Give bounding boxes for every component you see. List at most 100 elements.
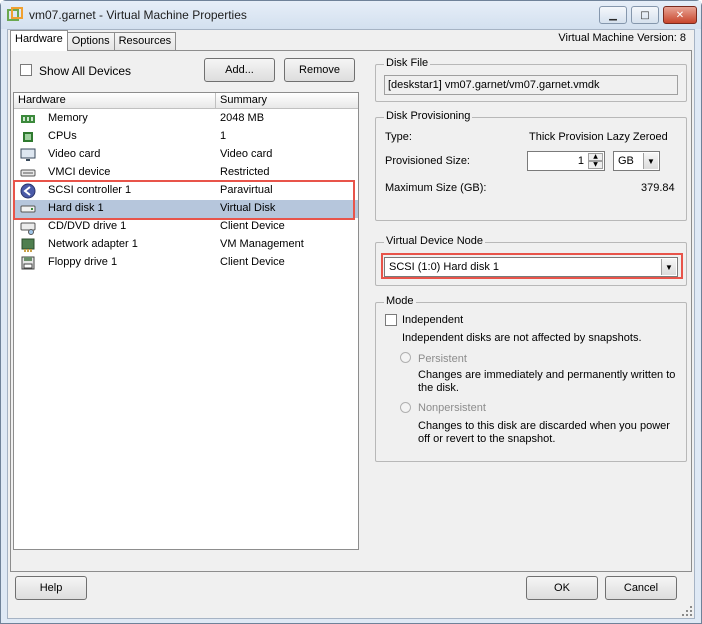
close-icon: ✕ [675,9,685,21]
tab-strip: Hardware Options Resources [10,30,177,51]
provisioned-size-value: 1 [577,155,584,167]
network-adapter-icon [21,238,35,252]
column-header-hardware[interactable]: Hardware [18,94,66,106]
disk-provisioning-group: Disk Provisioning Type: Thick Provision … [375,110,687,221]
ok-button[interactable]: OK [526,576,598,600]
type-label: Type: [385,131,412,143]
nonpersistent-description-line1: Changes to this disk are discarded when … [418,420,670,432]
provisioned-size-label: Provisioned Size: [385,155,470,167]
device-summary: Paravirtual [220,184,273,196]
disk-file-path-field[interactable]: [deskstar1] vm07.garnet/vm07.garnet.vmdk [384,75,678,95]
device-name: Hard disk 1 [48,202,104,214]
spin-down-icon[interactable]: ▼ [588,161,603,169]
size-unit-select[interactable]: GB ▼ [613,151,660,171]
device-row-network-adapter-1[interactable]: Network adapter 1 VM Management [14,236,358,254]
virtual-device-node-select[interactable]: SCSI (1:0) Hard disk 1 ▼ [384,257,678,277]
help-button[interactable]: Help [15,576,87,600]
independent-description: Independent disks are not affected by sn… [402,332,642,344]
device-name: SCSI controller 1 [48,184,132,196]
device-summary: Restricted [220,166,270,178]
device-row-cpus[interactable]: CPUs 1 [14,128,358,146]
persistent-description-line1: Changes are immediately and permanently … [418,369,676,381]
hard-disk-icon [20,205,36,213]
show-all-devices-checkbox[interactable] [20,64,32,76]
device-summary: Client Device [220,256,285,268]
vmci-icon [20,169,36,177]
maximize-icon: □ [640,9,650,21]
persistent-label: Persistent [418,353,467,365]
device-summary: Video card [220,148,273,160]
device-name: VMCI device [48,166,111,178]
cpu-icon [23,132,33,142]
persistent-radio[interactable] [400,352,411,363]
memory-icon [21,115,35,123]
list-header: Hardware Summary [14,93,358,109]
nonpersistent-radio[interactable] [400,402,411,413]
scsi-controller-icon [20,183,36,199]
device-row-video-card[interactable]: Video card Video card [14,146,358,164]
virtual-device-node-group: Virtual Device Node SCSI (1:0) Hard disk… [375,235,687,286]
provisioned-size-stepper[interactable]: 1 ▲ ▼ [527,151,605,171]
device-row-vmci-device[interactable]: VMCI device Restricted [14,164,358,182]
device-name: CD/DVD drive 1 [48,220,127,232]
device-row-hard-disk-1[interactable]: Hard disk 1 Virtual Disk [14,200,358,218]
show-all-devices-label: Show All Devices [39,64,132,78]
title-bar[interactable]: vm07.garnet - Virtual Machine Properties… [1,1,701,29]
device-name: Memory [48,112,88,124]
device-name: Floppy drive 1 [48,256,118,268]
chevron-down-icon: ▼ [643,153,658,169]
independent-label: Independent [402,314,464,326]
virtual-device-node-legend: Virtual Device Node [384,235,486,247]
chevron-down-icon: ▼ [661,259,676,275]
device-row-cd-dvd-drive-1[interactable]: CD/DVD drive 1 Client Device [14,218,358,236]
type-value: Thick Provision Lazy Zeroed [529,131,668,143]
monitor-icon [20,148,36,161]
nonpersistent-description-line2: off or revert to the snapshot. [418,433,556,445]
close-button[interactable]: ✕ [663,6,697,24]
dialog-client-area: Hardware Options Resources Virtual Machi… [7,29,695,619]
independent-checkbox[interactable] [385,314,397,326]
device-summary: 1 [220,130,227,142]
device-name: CPUs [48,130,77,142]
window-title: vm07.garnet - Virtual Machine Properties [29,8,247,22]
device-name: Network adapter 1 [48,238,138,250]
tab-hardware[interactable]: Hardware [10,30,68,51]
device-row-scsi-controller-1[interactable]: SCSI controller 1 Paravirtual [14,182,358,200]
maximize-button[interactable]: □ [631,6,659,24]
virtual-machine-properties-window: vm07.garnet - Virtual Machine Properties… [0,0,702,624]
mode-legend: Mode [384,295,416,307]
device-summary: VM Management [220,238,304,250]
device-summary: Client Device [220,220,285,232]
device-summary: Virtual Disk [220,202,276,214]
device-summary: 2048 MB [220,112,265,124]
vm-app-icon [7,7,23,21]
size-unit-value: GB [618,155,634,167]
nonpersistent-label: Nonpersistent [418,402,486,414]
cancel-button[interactable]: Cancel [605,576,677,600]
max-size-value: 379.84 [641,182,675,194]
column-header-summary[interactable]: Summary [220,94,267,106]
resize-grip-icon[interactable] [681,605,693,617]
spin-up-icon[interactable]: ▲ [588,153,603,161]
tab-options[interactable]: Options [66,32,115,51]
max-size-label: Maximum Size (GB): [385,182,487,194]
vm-version-label: Virtual Machine Version: 8 [558,32,686,44]
tab-resources[interactable]: Resources [113,32,177,51]
device-name: Video card [48,148,101,160]
disk-file-group: Disk File [deskstar1] vm07.garnet/vm07.g… [375,57,687,102]
remove-button[interactable]: Remove [284,58,355,82]
mode-group: Mode Independent Independent disks are n… [375,295,687,462]
floppy-icon [21,256,35,270]
virtual-device-node-value: SCSI (1:0) Hard disk 1 [389,261,500,273]
minimize-button[interactable]: ▁ [599,6,627,24]
device-row-floppy-drive-1[interactable]: Floppy drive 1 Client Device [14,254,358,272]
persistent-description-line2: the disk. [418,382,459,394]
column-separator[interactable] [215,93,216,109]
device-row-memory[interactable]: Memory 2048 MB [14,110,358,128]
add-button[interactable]: Add... [204,58,275,82]
disk-file-legend: Disk File [384,57,431,69]
disk-provisioning-legend: Disk Provisioning [384,110,473,122]
hardware-device-list[interactable]: Hardware Summary Memory 2048 MB CPUs 1 V… [13,92,359,550]
minimize-icon: ▁ [609,9,617,21]
hardware-tab-panel: Show All Devices Add... Remove Hardware … [10,50,692,572]
